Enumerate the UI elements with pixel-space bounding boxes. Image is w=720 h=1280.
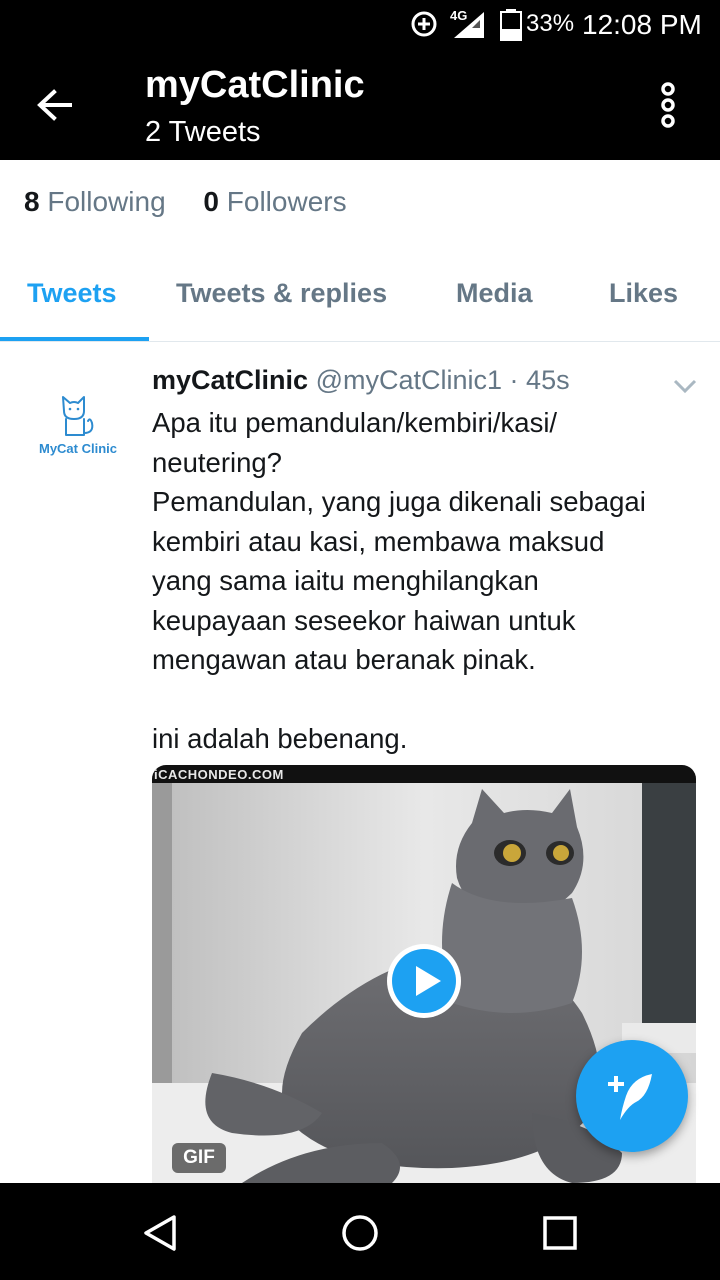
following-label: Following bbox=[47, 186, 166, 217]
tweet-age: 45s bbox=[526, 365, 570, 395]
following-count: 8 bbox=[24, 186, 40, 217]
tweet-line: mengawan atau beranak pinak. bbox=[152, 644, 536, 675]
avatar-wordmark: MyCat Clinic bbox=[38, 441, 117, 456]
tweet-line: yang sama iaitu menghilangkan bbox=[152, 565, 539, 596]
tweet-header: myCatClinic @myCatClinic1 · 45s bbox=[152, 365, 570, 396]
nav-home-icon[interactable] bbox=[340, 1213, 380, 1253]
system-nav-bar bbox=[0, 1183, 720, 1280]
tab-media[interactable]: Media bbox=[456, 278, 533, 309]
tweet-line: neutering? bbox=[152, 446, 282, 478]
tweet-line: Pemandulan, yang juga dikenali sebagai bbox=[152, 486, 646, 517]
follow-stats: 8 Following 0 Followers bbox=[24, 186, 377, 218]
clock: 12:08 PM bbox=[582, 9, 702, 40]
author-name[interactable]: myCatClinic bbox=[152, 365, 308, 395]
following-link[interactable]: 8 Following bbox=[24, 186, 166, 218]
tab-likes[interactable]: Likes bbox=[609, 278, 678, 309]
gif-badge: GIF bbox=[172, 1143, 226, 1173]
compose-feather-icon bbox=[608, 1074, 652, 1120]
profile-title: myCatClinic bbox=[145, 64, 365, 106]
compose-tweet-button[interactable] bbox=[576, 1040, 688, 1152]
play-icon[interactable] bbox=[385, 942, 463, 1020]
author-handle[interactable]: @myCatClinic1 bbox=[316, 365, 502, 395]
signal-icon bbox=[454, 12, 484, 38]
cat-logo-icon bbox=[62, 396, 94, 436]
profile-tabs: Tweets Tweets & replies Media Likes bbox=[0, 258, 720, 342]
media-watermark: iCACHONDEO.COM bbox=[152, 765, 696, 783]
tweet-count: 2 Tweets bbox=[145, 116, 261, 148]
battery-percentage: 33% bbox=[526, 10, 575, 37]
tab-tweets[interactable]: Tweets bbox=[27, 278, 117, 309]
more-vert-icon[interactable] bbox=[650, 80, 686, 130]
tweet-line: keupayaan seseekor haiwan untuk bbox=[152, 604, 576, 636]
tweet-line: kembiri atau kasi, membawa maksud bbox=[152, 525, 605, 557]
nav-back-icon[interactable] bbox=[140, 1213, 180, 1253]
avatar[interactable]: MyCat Clinic bbox=[28, 389, 128, 463]
chevron-down-icon[interactable] bbox=[672, 377, 698, 395]
tweet-line: Apa itu pemandulan/kembiri/kasi/ bbox=[152, 407, 558, 438]
followers-label: Followers bbox=[226, 186, 347, 217]
data-saver-icon bbox=[411, 11, 437, 37]
meta-separator: · bbox=[509, 365, 519, 395]
status-bar: 4G 33% 12:08 PM bbox=[0, 0, 720, 50]
tweet-closing-line: ini adalah bebenang. bbox=[152, 723, 408, 754]
followers-count: 0 bbox=[203, 186, 219, 217]
nav-recents-icon[interactable] bbox=[542, 1213, 578, 1253]
followers-link[interactable]: 0 Followers bbox=[203, 186, 346, 218]
active-tab-indicator bbox=[0, 337, 149, 341]
back-arrow-icon[interactable] bbox=[30, 82, 80, 128]
app-bar: myCatClinic 2 Tweets bbox=[0, 50, 720, 160]
tab-tweets-replies[interactable]: Tweets & replies bbox=[176, 278, 387, 309]
tweet-text: Apa itu pemandulan/kembiri/kasi/ neuteri… bbox=[152, 403, 702, 759]
battery-icon bbox=[500, 9, 522, 41]
